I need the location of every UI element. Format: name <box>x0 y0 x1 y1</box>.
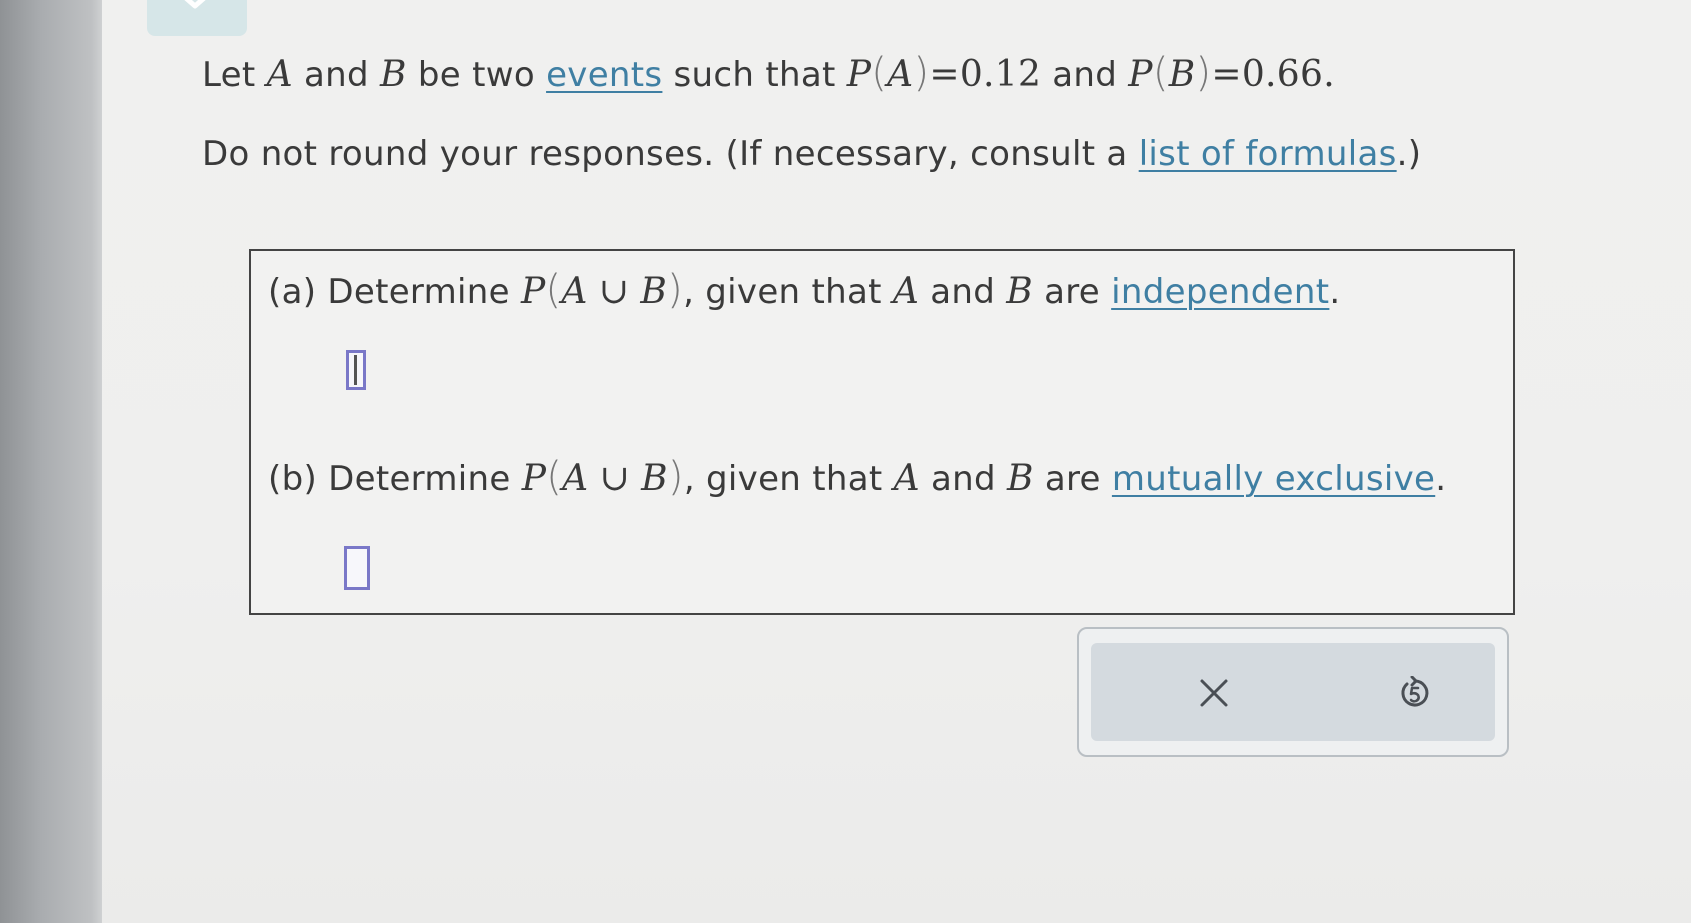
chevron-down-icon <box>184 0 206 9</box>
x-icon <box>1200 679 1228 707</box>
text-cursor <box>354 355 357 385</box>
events-link[interactable]: events <box>546 55 662 95</box>
part-a-prompt: (a) Determine P(A ∪ B), given that A and… <box>268 267 1341 313</box>
part-b-prompt: (b) Determine P(A ∪ B), given that A and… <box>268 454 1447 500</box>
screen-bezel-left <box>0 0 102 923</box>
answer-tools-bar <box>1091 643 1495 741</box>
formulas-link[interactable]: list of formulas <box>1139 134 1397 174</box>
clear-button[interactable] <box>1194 673 1234 713</box>
undo-icon <box>1401 676 1429 707</box>
problem-statement: Let A and B be two events such that P(A)… <box>202 50 1335 96</box>
instruction-text: Do not round your responses. (If necessa… <box>202 134 1422 174</box>
answer-tools-panel <box>1077 627 1509 757</box>
answer-a-input[interactable] <box>346 350 366 390</box>
answer-b-input[interactable] <box>344 546 370 590</box>
collapse-tab[interactable] <box>147 0 247 36</box>
mutually-exclusive-link[interactable]: mutually exclusive <box>1112 459 1435 499</box>
undo-button[interactable] <box>1395 673 1435 713</box>
independent-link[interactable]: independent <box>1111 272 1329 312</box>
